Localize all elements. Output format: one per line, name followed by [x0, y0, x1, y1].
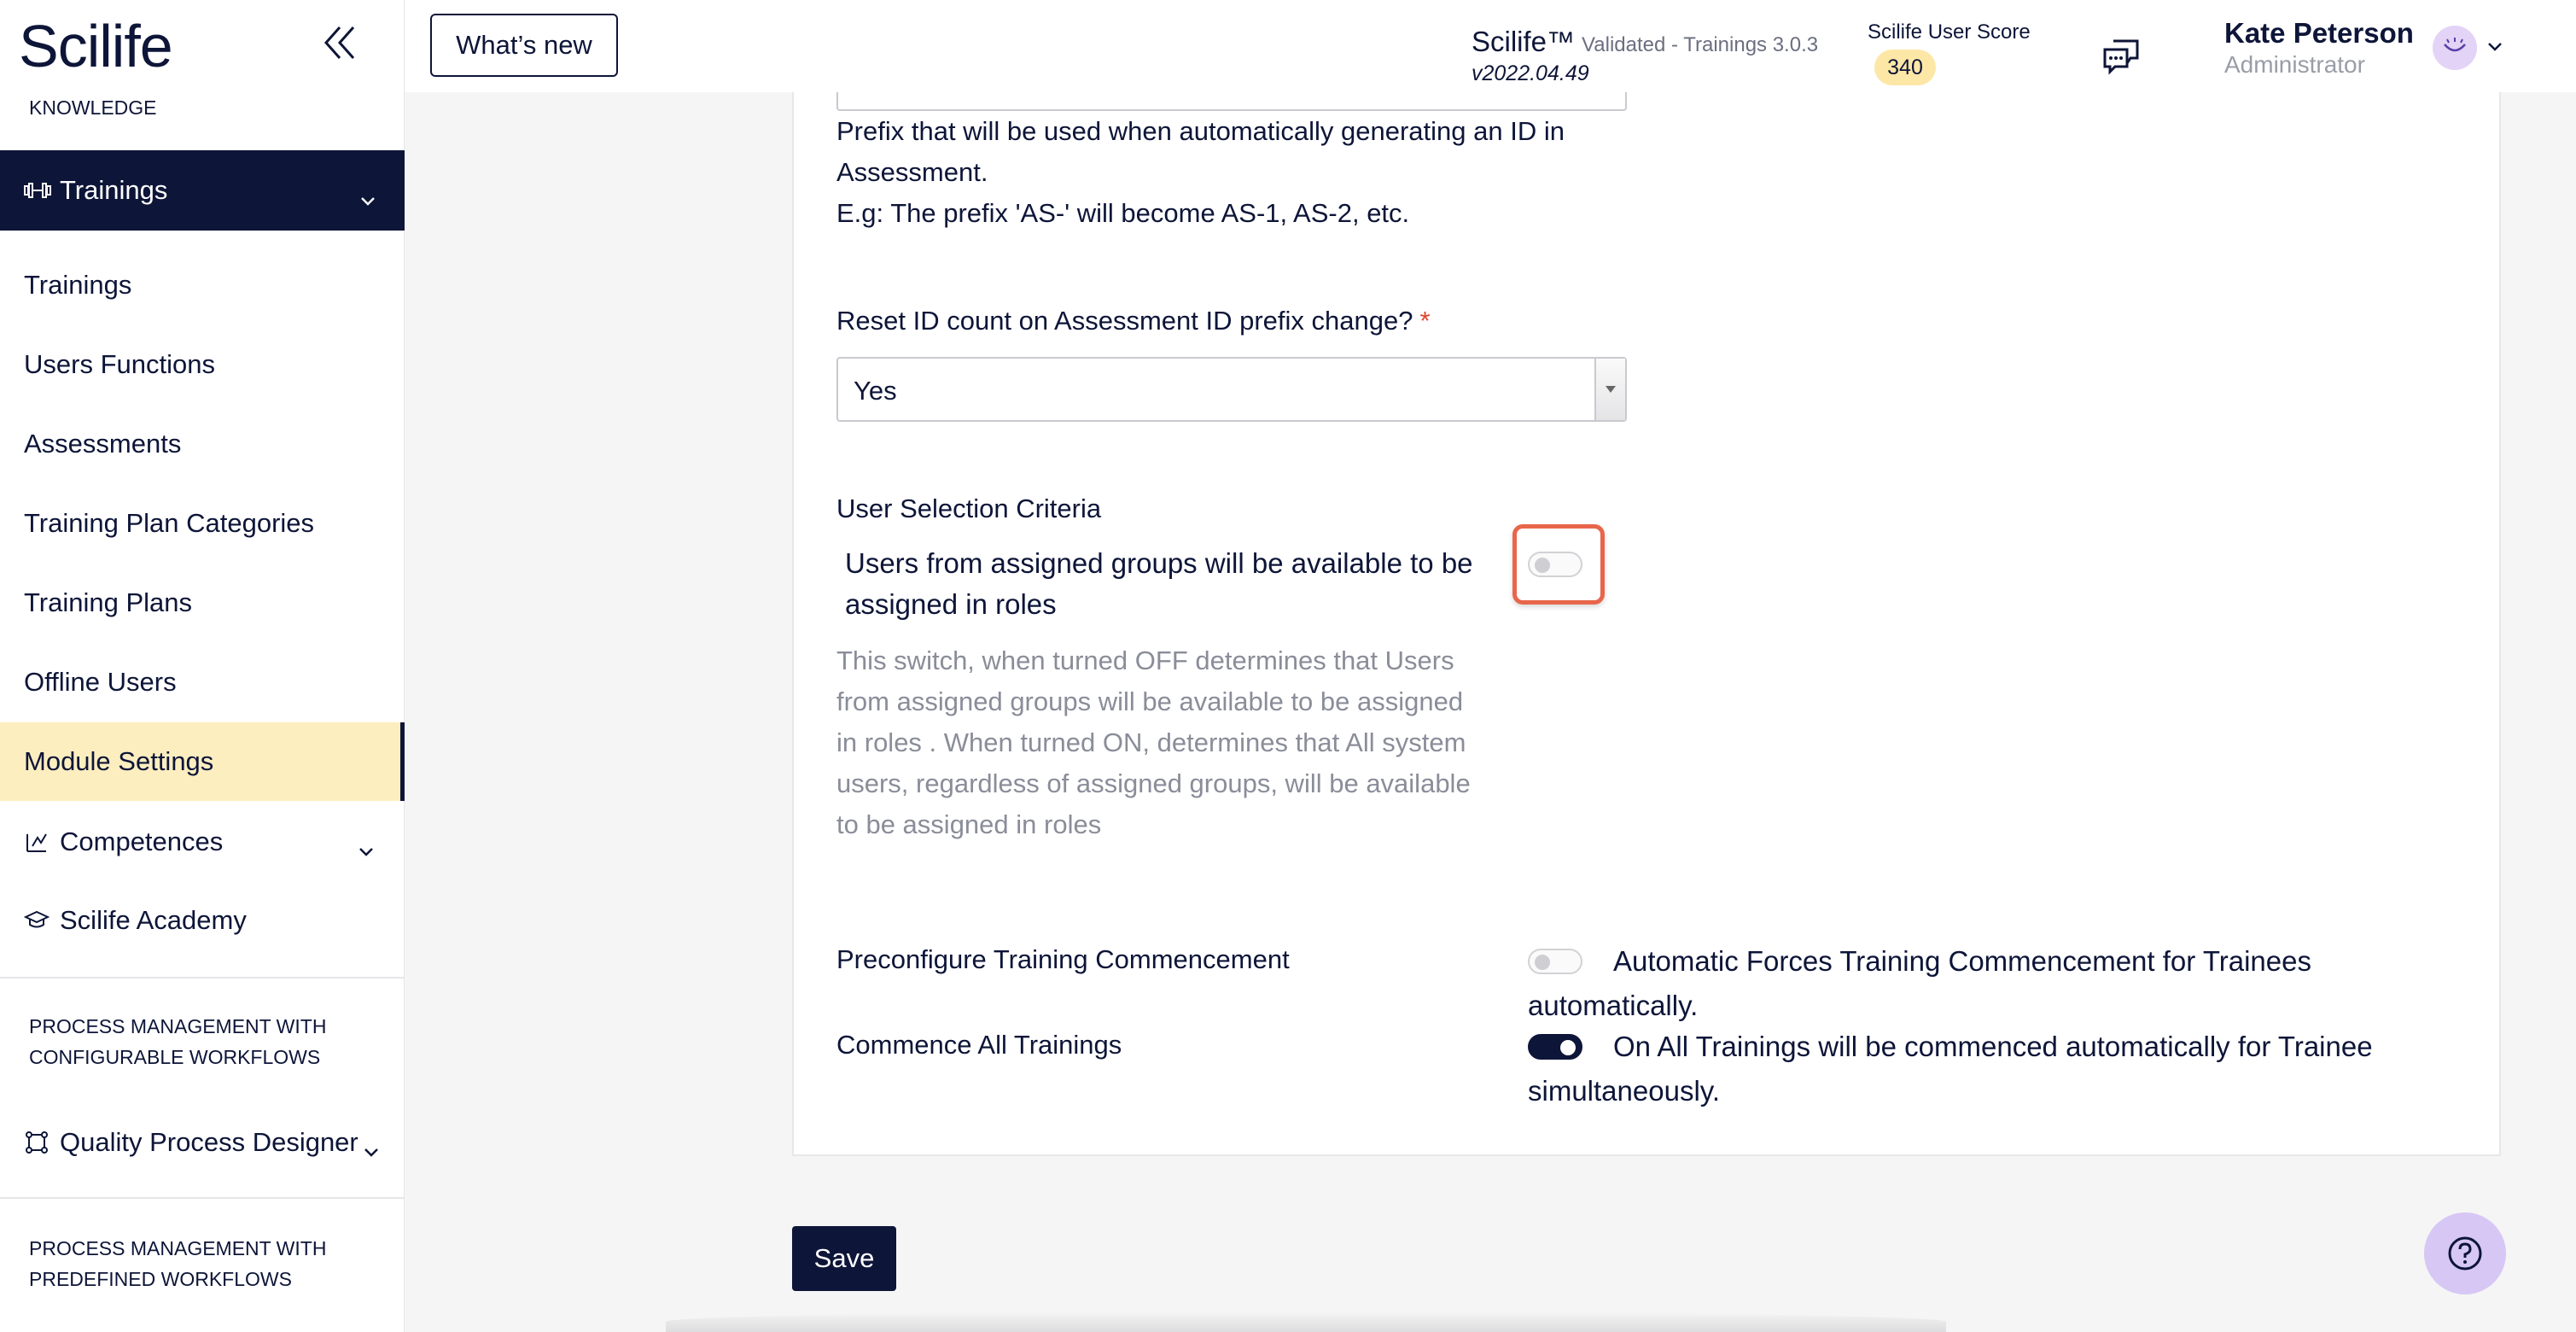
question-mark-icon — [2448, 1236, 2482, 1271]
sidebar-item-offline-users[interactable]: Offline Users — [0, 643, 405, 722]
sidebar-item-competences[interactable]: Competences — [0, 803, 405, 881]
sidebar-item-label: Training Plan Categories — [24, 508, 315, 538]
reset-id-label-text: Reset ID count on Assessment ID prefix c… — [836, 306, 1413, 336]
reset-id-select[interactable]: Yes — [836, 357, 1627, 422]
sidebar-item-label: Module Settings — [24, 746, 214, 776]
reset-id-label: Reset ID count on Assessment ID prefix c… — [836, 306, 1431, 336]
chevron-down-icon — [358, 833, 374, 864]
sidebar-group-trainings[interactable]: Trainings — [0, 150, 405, 231]
sidebar-item-label: Competences — [60, 827, 224, 856]
version-number: v2022.04.49 — [1472, 61, 1589, 85]
precommence-text: Automatic Forces Training Commencement f… — [1528, 945, 2311, 1021]
sidebar: Scilife KNOWLEDGE Trainings Trainings Us… — [0, 0, 405, 1332]
competence-icon — [24, 827, 53, 856]
collapse-sidebar-button[interactable] — [316, 19, 364, 67]
validated-label: Validated - Trainings 3.0.3 — [1582, 33, 1819, 56]
user-score-label: Scilife User Score — [1868, 20, 2031, 44]
whats-new-button[interactable]: What’s new — [430, 14, 618, 77]
sidebar-item-label: Offline Users — [24, 667, 177, 697]
bottom-shadow — [666, 1312, 1946, 1332]
avatar[interactable] — [2433, 26, 2477, 70]
user-score-badge: 340 — [1874, 50, 1936, 85]
save-button[interactable]: Save — [792, 1226, 896, 1291]
chevron-down-icon — [364, 1134, 379, 1165]
help-button[interactable] — [2424, 1212, 2506, 1294]
user-role: Administrator — [2224, 51, 2365, 78]
commence-all-label: Commence All Trainings — [836, 1030, 1122, 1060]
precommence-label: Preconfigure Training Commencement — [836, 944, 1290, 974]
section-label-configurable: PROCESS MANAGEMENT WITH CONFIGURABLE WOR… — [29, 1015, 327, 1068]
scilife-logo: Scilife — [19, 13, 173, 79]
sidebar-item-trainings[interactable]: Trainings — [0, 246, 405, 324]
sidebar-divider — [0, 1197, 405, 1199]
graduation-cap-icon — [24, 906, 53, 935]
version-info: Scilife™ Validated - Trainings 3.0.3 v202… — [1472, 26, 1819, 85]
product-brand: Scilife™ — [1472, 26, 1576, 57]
sidebar-item-label: Quality Process Designer — [60, 1127, 358, 1157]
assessment-prefix-input[interactable] — [836, 92, 1627, 111]
sidebar-item-label: Assessments — [24, 429, 182, 459]
prefix-example-line: E.g: The prefix 'AS-' will become AS-1, … — [836, 198, 1410, 228]
sidebar-item-users-functions[interactable]: Users Functions — [0, 325, 405, 404]
sidebar-item-label: Scilife Academy — [60, 905, 247, 935]
avatar-face-icon — [2444, 38, 2466, 52]
user-menu-chevron-icon[interactable] — [2487, 41, 2503, 56]
user-name[interactable]: Kate Peterson — [2224, 17, 2414, 50]
select-arrow-icon[interactable] — [1594, 359, 1625, 420]
section-label-knowledge: KNOWLEDGE — [29, 96, 157, 119]
double-chevron-left-icon — [323, 26, 355, 59]
user-selection-help: This switch, when turned OFF determines … — [836, 646, 1471, 839]
chevron-down-icon — [360, 183, 376, 213]
reset-id-select-value: Yes — [854, 376, 897, 406]
commence-all-text: On All Trainings will be commenced autom… — [1528, 1031, 2373, 1107]
user-selection-label: User Selection Criteria — [836, 494, 1102, 523]
sidebar-item-label: Training Plans — [24, 587, 193, 617]
chat-icon — [2103, 39, 2139, 75]
user-selection-toggle[interactable] — [1528, 552, 1582, 577]
sidebar-item-training-plans[interactable]: Training Plans — [0, 564, 405, 642]
sidebar-group-label: Trainings — [60, 175, 168, 205]
workflow-icon — [24, 1128, 53, 1157]
prefix-help-text: Prefix that will be used when automatica… — [836, 111, 1639, 234]
sidebar-item-label: Users Functions — [24, 349, 215, 379]
sidebar-divider — [0, 977, 405, 979]
section-label-predefined: PROCESS MANAGEMENT WITH PREDEFINED WORKF… — [29, 1237, 327, 1290]
user-selection-switch-text: Users from assigned groups will be avail… — [845, 547, 1473, 620]
sidebar-item-quality-process-designer[interactable]: Quality Process Designer — [0, 1103, 405, 1182]
sidebar-item-training-plan-categories[interactable]: Training Plan Categories — [0, 484, 405, 563]
prefix-help-line: Prefix that will be used when automatica… — [836, 116, 1565, 187]
sidebar-item-assessments[interactable]: Assessments — [0, 405, 405, 483]
chat-button[interactable] — [2101, 38, 2146, 80]
sidebar-item-scilife-academy[interactable]: Scilife Academy — [0, 881, 405, 960]
required-asterisk: * — [1419, 306, 1431, 336]
dumbbell-icon — [24, 178, 55, 203]
sidebar-item-label: Trainings — [24, 270, 132, 300]
sidebar-item-module-settings[interactable]: Module Settings — [0, 722, 405, 801]
